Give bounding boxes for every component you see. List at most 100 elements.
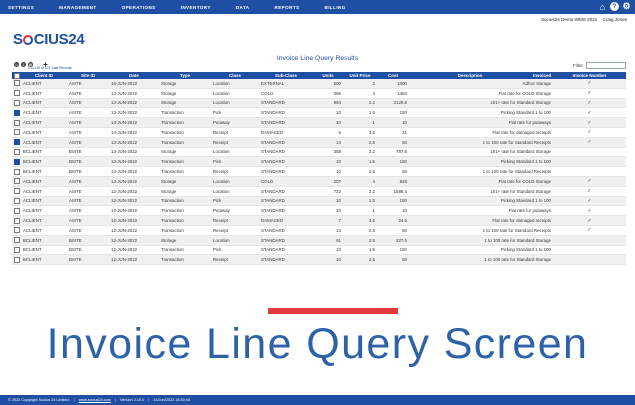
table-row[interactable]: ACLIENT ASITE 13-JUN-2022 Transaction Putawa… xyxy=(12,117,626,128)
cell-type: Storage xyxy=(159,186,211,197)
accent-divider xyxy=(268,308,398,314)
row-select-cell[interactable] xyxy=(12,235,21,246)
col-type[interactable]: Type xyxy=(159,72,211,79)
row-checkbox[interactable] xyxy=(14,188,20,195)
row-checkbox[interactable] xyxy=(14,168,20,175)
nav-reports[interactable]: REPORTS xyxy=(275,5,300,10)
row-select-cell[interactable] xyxy=(12,205,21,217)
row-select-cell[interactable] xyxy=(12,137,21,148)
cell-description: Picking Standard 1 to 100 xyxy=(409,107,553,119)
cell-sub-class: STANDARD xyxy=(259,156,313,168)
nav-operations[interactable]: OPERATIONS xyxy=(122,5,156,10)
row-checkbox[interactable] xyxy=(14,197,20,204)
table-row[interactable]: ACLIENT ASITE 13-JUN-2022 Transaction Pick ST… xyxy=(12,107,626,119)
table-row[interactable]: ACLIENT ASITE 13-JUN-2022 Storage Location CO… xyxy=(12,176,626,187)
table-row[interactable]: BCLIENT BSITE 12-JUN-2022 Storage Location ST… xyxy=(12,235,626,246)
nav-settings[interactable]: SETTINGS xyxy=(8,5,34,10)
col-unit-price[interactable]: Unit Price xyxy=(343,72,377,79)
cell-class: Location xyxy=(211,235,259,246)
nav-billing[interactable]: BILLING xyxy=(325,5,346,10)
row-checkbox[interactable] xyxy=(14,148,20,155)
export-icon[interactable]: ⇩ xyxy=(21,62,26,67)
cell-date: 12-JUN-2022 xyxy=(109,225,159,236)
row-select-cell[interactable] xyxy=(12,156,21,168)
row-checkbox[interactable] xyxy=(14,99,20,106)
nav-inventory[interactable]: INVENTORY xyxy=(181,5,211,10)
row-checkbox[interactable] xyxy=(14,109,20,116)
row-checkbox[interactable] xyxy=(14,139,20,146)
row-select-cell[interactable] xyxy=(12,254,21,266)
row-checkbox[interactable] xyxy=(14,80,20,87)
col-invoice-number[interactable]: Invoice Number xyxy=(553,72,626,79)
cell-date: 12-JUN-2022 xyxy=(109,215,159,226)
row-select-cell[interactable] xyxy=(12,147,21,158)
col-class[interactable]: Class xyxy=(211,72,259,79)
col-date[interactable]: Date xyxy=(109,72,159,79)
cell-invoiced: ✓ xyxy=(553,176,626,187)
row-select-cell[interactable] xyxy=(12,107,21,119)
invoiced-check-icon: ✓ xyxy=(587,80,592,87)
row-select-cell[interactable] xyxy=(12,225,21,236)
row-select-cell[interactable] xyxy=(12,98,21,109)
row-select-cell[interactable] xyxy=(12,176,21,187)
cell-units: 358 xyxy=(313,147,343,158)
row-select-cell[interactable] xyxy=(12,88,21,99)
table-row[interactable]: ACLIENT ASITE 12-JUN-2022 Storage Location ST… xyxy=(12,186,626,197)
col-units[interactable]: Units xyxy=(313,72,343,79)
row-select-cell[interactable] xyxy=(12,79,21,89)
table-row[interactable]: ACLIENT ASITE 12-JUN-2022 Transaction Receip… xyxy=(12,215,626,226)
row-checkbox[interactable] xyxy=(14,119,20,126)
row-select-cell[interactable] xyxy=(12,196,21,207)
table-row[interactable]: ACLIENT ASITE 12-JUN-2022 Transaction Receip… xyxy=(12,225,626,236)
row-checkbox[interactable] xyxy=(14,217,20,224)
row-checkbox[interactable] xyxy=(14,237,20,244)
row-checkbox[interactable] xyxy=(14,246,20,253)
table-row[interactable]: ACLIENT ASITE 13-JUN-2022 Transaction Receip… xyxy=(12,137,626,148)
table-row[interactable]: ACLIENT ASITE 12-JUN-2022 Transaction Putawa… xyxy=(12,205,626,217)
row-checkbox[interactable] xyxy=(14,207,20,214)
nav-management[interactable]: MANAGEMENT xyxy=(59,5,96,10)
table-row[interactable]: BCLIENT BSITE 12-JUN-2022 Transaction Pick ST… xyxy=(12,245,626,256)
row-select-cell[interactable] xyxy=(12,117,21,128)
row-checkbox[interactable] xyxy=(14,256,20,263)
table-row[interactable]: BCLIENT BSITE 13-JUN-2022 Storage Location ST… xyxy=(12,147,626,158)
col-cost[interactable]: Cost xyxy=(377,72,409,79)
table-row[interactable]: ACLIENT ASITE 13-JUN-2022 Transaction Receip… xyxy=(12,127,626,138)
row-checkbox[interactable] xyxy=(14,227,20,234)
row-checkbox[interactable] xyxy=(14,129,20,136)
col-site-id[interactable]: Site ID xyxy=(67,72,109,79)
settings-icon[interactable]: ⚙ xyxy=(622,1,631,11)
row-select-cell[interactable] xyxy=(12,245,21,256)
cell-sub-class: STANDARD xyxy=(259,235,313,246)
nav-data[interactable]: DATA xyxy=(236,5,250,10)
table-row[interactable]: ACLIENT ASITE 12-JUN-2022 Transaction Pick ST… xyxy=(12,196,626,207)
help-icon[interactable]: ? xyxy=(610,2,619,11)
row-select-cell[interactable] xyxy=(12,215,21,226)
select-all-header[interactable] xyxy=(12,72,21,79)
row-select-cell[interactable] xyxy=(12,166,21,177)
cell-description: Flat rate for damaged receipts xyxy=(409,215,553,226)
table-row[interactable]: BCLIENT BSITE 13-JUN-2022 Transaction Receip… xyxy=(12,166,626,177)
cell-units: 10 xyxy=(313,254,343,266)
table-row[interactable]: BCLIENT BSITE 13-JUN-2022 Transaction Pick ST… xyxy=(12,156,626,168)
home-icon[interactable]: ⌂ xyxy=(598,2,607,12)
col-sub-class[interactable]: Sub-Class xyxy=(259,72,313,79)
row-checkbox[interactable] xyxy=(14,158,20,165)
table-row[interactable]: BCLIENT BSITE 12-JUN-2022 Transaction Receip… xyxy=(12,254,626,266)
col-invoiced[interactable]: Invoiced xyxy=(531,72,553,79)
cell-sub-class: STANDARD xyxy=(259,137,313,148)
col-description[interactable]: Description xyxy=(409,72,531,79)
refresh-icon[interactable]: ↻ xyxy=(14,62,19,67)
footer-website-link[interactable]: www.socius24.com xyxy=(79,398,111,402)
table-row[interactable]: ACLIENT ASITE 15-JUN-2022 Storage Location EX… xyxy=(12,79,626,89)
row-select-cell[interactable] xyxy=(12,186,21,197)
row-checkbox[interactable] xyxy=(14,90,20,97)
filter-input[interactable] xyxy=(586,62,626,69)
row-checkbox[interactable] xyxy=(14,178,20,185)
col-client-id[interactable]: Client ID xyxy=(21,72,67,79)
table-row[interactable]: ACLIENT ASITE 13-JUN-2022 Storage Location ST… xyxy=(12,98,626,109)
select-all-checkbox[interactable] xyxy=(14,72,20,79)
table-row[interactable]: ACLIENT ASITE 13-JUN-2022 Storage Location CO… xyxy=(12,88,626,99)
user-name[interactable]: Craig Jones xyxy=(602,17,627,22)
row-select-cell[interactable] xyxy=(12,127,21,138)
